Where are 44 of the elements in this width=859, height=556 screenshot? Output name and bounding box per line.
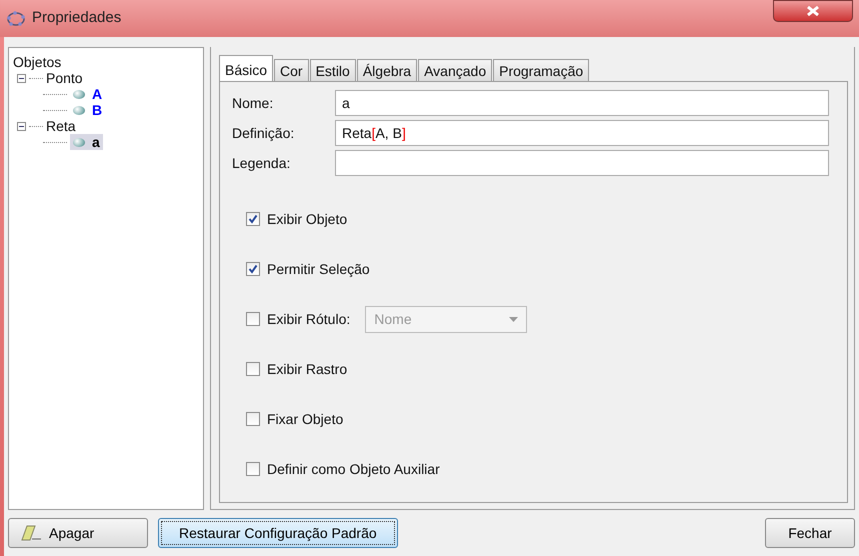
tree-leaf[interactable]: a [70,134,103,150]
checkbox-label: Fixar Objeto [267,410,344,429]
checkbox-label: Exibir Rótulo: [267,310,350,328]
button[interactable]: Apagar [8,518,148,548]
checkbox[interactable] [246,262,260,276]
checkbox[interactable] [246,362,260,376]
checkbox[interactable] [246,412,260,426]
window-title: Propriedades [32,8,122,28]
checkbox-label: Definir como Objeto Auxiliar [267,460,440,479]
sphere-icon [73,106,85,114]
tab[interactable]: Álgebra [356,59,418,81]
input-field[interactable] [335,150,829,176]
tree-node[interactable]: Ponto [46,70,83,86]
tab[interactable]: Estilo [310,59,356,81]
eraser-icon [21,525,43,541]
field-label: Definição: [232,124,296,143]
tree-node[interactable]: Reta [46,118,76,134]
checkbox-label: Exibir Rastro [267,360,348,378]
input-field[interactable]: Reta[A, B] [335,120,829,146]
tree-root-label: Objetos [13,54,62,70]
tree-leaf[interactable]: B [70,102,106,118]
tab[interactable]: Básico [219,55,274,81]
checkbox[interactable] [246,312,260,326]
checkbox[interactable] [246,212,260,226]
field-label: Legenda: [232,154,292,173]
checkbox-label: Permitir Seleção [267,260,370,279]
app-icon [6,10,26,26]
tree-leaf[interactable]: A [70,86,106,102]
close-icon [806,6,820,16]
checkbox[interactable] [246,462,260,476]
caret-icon [509,316,518,322]
collapse-toggle[interactable] [17,122,26,130]
button[interactable]: Restaurar Configuração Padrão [158,518,398,548]
tab[interactable]: Avançado [418,59,492,81]
tab[interactable]: Programação [493,59,590,81]
close-button[interactable] [773,0,853,22]
sphere-icon [73,90,85,98]
collapse-toggle[interactable] [17,74,26,82]
button[interactable]: Fechar [765,518,855,548]
input-field[interactable]: a [335,90,829,116]
tab[interactable]: Cor [274,59,309,81]
checkbox-label: Exibir Objeto [267,210,348,229]
sphere-icon [73,138,85,146]
field-label: Nome: [232,94,274,112]
